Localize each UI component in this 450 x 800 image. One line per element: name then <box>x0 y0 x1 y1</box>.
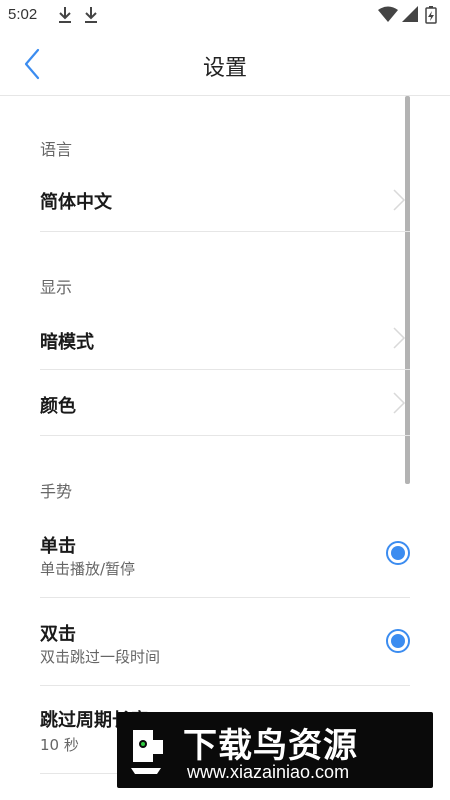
list-item-single-tap[interactable]: 单击 单击播放/暂停 <box>40 510 410 598</box>
list-item-double-tap[interactable]: 双击 双击跳过一段时间 <box>40 598 410 686</box>
chevron-right-icon <box>393 392 406 414</box>
section-header-gesture: 手势 <box>40 482 73 501</box>
list-item-subtitle: 10 秒 <box>40 736 79 754</box>
list-item-language[interactable]: 简体中文 <box>40 168 410 232</box>
radio-button-double-tap[interactable] <box>386 629 410 653</box>
list-item-subtitle: 双击跳过一段时间 <box>40 648 161 666</box>
download-icon <box>59 7 71 23</box>
system-icons <box>378 6 437 24</box>
list-item-title: 暗模式 <box>40 332 94 353</box>
radio-button-single-tap[interactable] <box>386 541 410 565</box>
download-icon <box>85 7 97 23</box>
section-header-display: 显示 <box>40 278 73 297</box>
list-item-title: 双击 <box>40 624 76 645</box>
list-item-title: 颜色 <box>40 396 76 417</box>
list-item-title: 简体中文 <box>40 192 112 213</box>
watermark-title: 下载鸟资源 <box>183 726 358 766</box>
chevron-right-icon <box>393 189 406 211</box>
page-title: 设置 <box>202 56 247 81</box>
bird-logo-icon <box>131 730 163 774</box>
list-item-color[interactable]: 颜色 <box>40 370 410 436</box>
app-bar: 设置 <box>0 32 450 96</box>
watermark-banner: 下载鸟资源 www.xiazainiao.com <box>117 712 433 788</box>
battery-icon <box>425 6 437 24</box>
wifi-icon <box>378 6 398 22</box>
watermark-url: www.xiazainiao.com <box>187 762 350 782</box>
list-item-subtitle: 单击播放/暂停 <box>40 560 136 578</box>
settings-list[interactable]: 语言 简体中文 显示 暗模式 颜色 手势 单击 单击播放/暂停 双击 双击跳过一… <box>0 96 450 800</box>
list-item-dark-mode[interactable]: 暗模式 <box>40 306 410 370</box>
signal-icon <box>402 6 418 22</box>
chevron-right-icon <box>393 327 406 349</box>
list-item-title: 单击 <box>40 536 76 557</box>
status-bar: 5:02 <box>0 0 450 32</box>
section-header-language: 语言 <box>40 140 73 159</box>
status-time: 5:02 <box>8 6 38 23</box>
